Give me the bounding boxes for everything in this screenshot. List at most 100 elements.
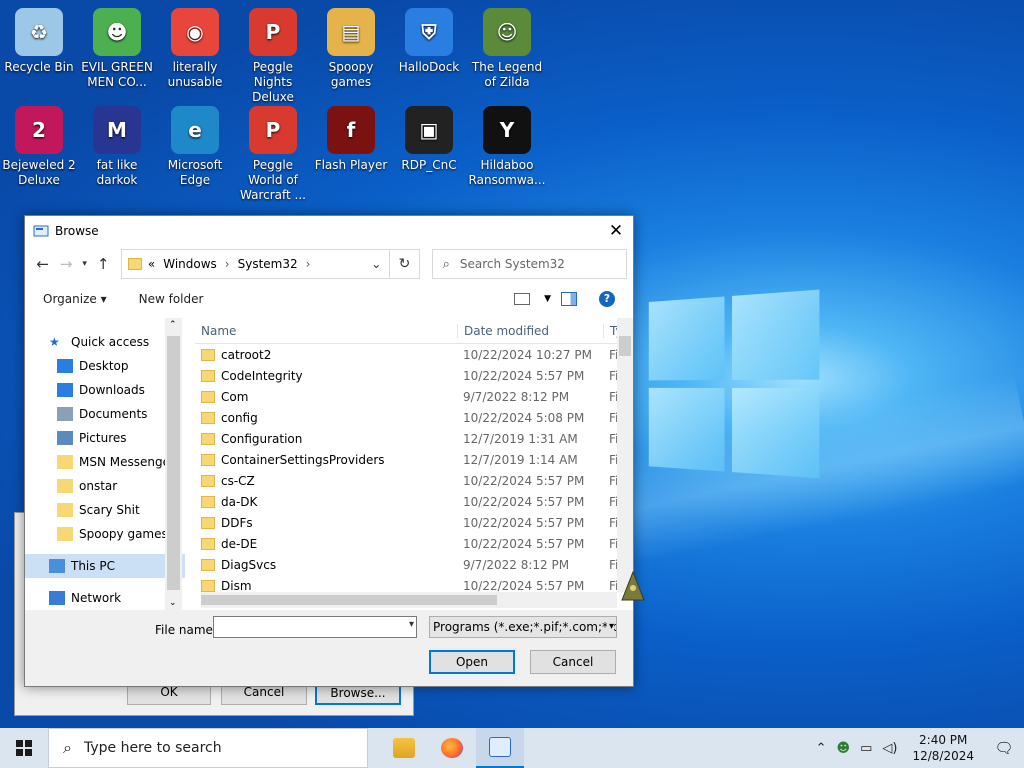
organize-menu[interactable]: Organize ▾ [43,292,107,306]
preview-pane-icon[interactable] [561,292,577,306]
picture-icon [57,431,73,445]
nav-item-network[interactable]: Network [25,586,185,610]
help-icon[interactable]: ? [599,291,615,307]
volume-icon[interactable]: ◁) [882,741,897,756]
nav-item-label: Scary Shit [79,503,140,517]
desktop-icon-label: Peggle Nights Deluxe [252,60,294,104]
refresh-icon[interactable]: ↻ [390,249,420,279]
table-row[interactable]: Configuration 12/7/2019 1:31 AM Fi [195,428,633,449]
address-overflow[interactable]: « [148,257,155,271]
search-box[interactable]: ⌕ Search System32 [431,249,627,279]
desktop-icon-8[interactable]: Mfat like darkok [78,106,156,188]
desktop-icon-2[interactable]: ◉ literally unusable [156,8,234,90]
user-status-icon[interactable]: ☻ [837,741,851,756]
address-bar[interactable]: « Windows › System32 › ⌄ [120,249,391,279]
file-explorer-taskbar-button[interactable] [380,728,428,768]
folder-icon [127,258,142,270]
show-hidden-icons-chevron-icon[interactable]: ⌃ [816,741,827,756]
file-name-cell: de-DE [195,537,457,551]
file-name-input[interactable]: ▾ [213,616,417,638]
column-name-header[interactable]: Name [195,324,457,338]
nav-scroll-up-icon[interactable]: ⌃ [169,320,177,330]
table-row[interactable]: DiagSvcs 9/7/2022 8:12 PM Fi [195,554,633,575]
browse-dialog-taskbar-button[interactable] [476,728,524,768]
breadcrumb-trail-icon[interactable]: › [306,257,311,271]
nav-scroll-down-icon[interactable]: ⌄ [169,598,177,608]
folder-icon [201,537,215,550]
desktop-icon-12[interactable]: ▣ RDP_CnC [390,106,468,173]
nav-item-quick-access[interactable]: ★ Quick access [25,330,185,354]
desktop-icon-11[interactable]: f Flash Player [312,106,390,173]
new-folder-button[interactable]: New folder [139,292,204,306]
table-row[interactable]: ContainerSettingsProviders 12/7/2019 1:14… [195,449,633,470]
table-row[interactable]: config 10/22/2024 5:08 PM Fi [195,407,633,428]
nav-item-label: Quick access [71,335,150,349]
taskbar-search[interactable]: ⌕ Type here to search [48,728,368,768]
desktop-icon-4[interactable]: ▤ Spoopy games [312,8,390,90]
table-row[interactable]: CodeIntegrity 10/22/2024 5:57 PM Fi [195,365,633,386]
desktop-icon-5[interactable]: ⛨ HalloDock [390,8,468,75]
list-vertical-scrollbar[interactable] [617,318,633,592]
breadcrumb-separator-icon[interactable]: › [225,257,230,271]
file-name-text: CodeIntegrity [221,368,303,383]
nav-item-desktop[interactable]: Desktop📌 [25,354,185,378]
desktop-icon-7[interactable]: 2 Bejeweled 2 Deluxe [0,106,78,188]
desktop-icon-label: HalloDock [398,60,460,74]
notification-icon[interactable]: 🗨 [984,739,1024,757]
table-row[interactable]: DDFs 10/22/2024 5:57 PM Fi [195,512,633,533]
desktop-icon-label: Recycle Bin [4,60,74,74]
breadcrumb-system32[interactable]: System32 [238,257,298,271]
file-name-text: Configuration [221,431,303,446]
back-arrow-icon[interactable]: ← [31,252,54,276]
view-dropdown-icon[interactable]: ▼ [544,294,551,304]
nav-item-spoopy-games[interactable]: Spoopy games [25,522,185,546]
desktop-icon-3[interactable]: P Peggle Nights Deluxe [234,8,312,105]
breadcrumb-windows[interactable]: Windows [163,257,217,271]
desktop-icon-13[interactable]: Y Hildaboo Ransomwa... [468,106,546,188]
recent-locations-chevron-icon[interactable]: ▾ [78,252,92,276]
table-row[interactable]: cs-CZ 10/22/2024 5:57 PM Fi [195,470,633,491]
nav-item-documents[interactable]: Documents📌 [25,402,185,426]
close-button[interactable]: ✕ [599,216,633,246]
up-arrow-icon[interactable]: ↑ [91,252,114,276]
nav-item-scary-shit[interactable]: Scary Shit [25,498,185,522]
search-placeholder: Search System32 [459,257,565,271]
cancel-button[interactable]: Cancel [530,650,616,674]
table-row[interactable]: de-DE 10/22/2024 5:57 PM Fi [195,533,633,554]
file-type-select[interactable]: Programs (*.exe;*.pif;*.com;*.bat;*.cmd)… [429,616,617,638]
address-dropdown-icon[interactable]: ⌄ [363,257,389,271]
clock[interactable]: 2:40 PM 12/8/2024 [912,732,974,764]
file-name-text: de-DE [221,536,258,551]
file-date-cell: 10/22/2024 5:57 PM [463,368,585,383]
nav-item-onstar[interactable]: onstar [25,474,185,498]
column-date-header[interactable]: Date modified [457,323,603,338]
taskbar-search-placeholder: Type here to search [83,740,222,756]
desktop-icon-0[interactable]: ♻ Recycle Bin [0,8,78,75]
file-name-text: Com [221,389,249,404]
table-row[interactable]: catroot2 10/22/2024 10:27 PM Fi [195,344,633,365]
table-row[interactable]: Com 9/7/2022 8:12 PM Fi [195,386,633,407]
file-name-dropdown-icon[interactable]: ▾ [409,619,414,630]
list-horizontal-scrollbar[interactable] [201,592,617,608]
file-name-cell: ContainerSettingsProviders [195,453,457,467]
nav-item-pictures[interactable]: Pictures📌 [25,426,185,450]
firefox-taskbar-button[interactable] [428,728,476,768]
open-button[interactable]: Open [429,650,515,674]
forward-arrow-icon[interactable]: → [54,252,77,276]
desktop-icon-1[interactable]: ☻ EVIL GREEN MEN CO... [78,8,156,90]
desktop-icon-9[interactable]: e Microsoft Edge [156,106,234,188]
start-button[interactable] [0,728,48,768]
dialog-titlebar[interactable]: Browse ✕ [25,216,633,246]
folder-icon [201,369,215,382]
desktop: ♻ Recycle Bin ☻ EVIL GREEN MEN CO... ◉ litera… [0,0,1024,728]
desktop-icon-10[interactable]: P Peggle World of Warcraft ... [234,106,312,203]
view-options-icon[interactable] [514,293,531,305]
dialog-title: Browse [55,224,99,238]
nav-item-downloads[interactable]: Downloads📌 [25,378,185,402]
nav-item-this-pc[interactable]: This PC [25,554,185,578]
table-row[interactable]: da-DK 10/22/2024 5:57 PM Fi [195,491,633,512]
network-icon[interactable]: ▭ [860,741,872,756]
nav-item-msn-messenger[interactable]: MSN Messenger [25,450,185,474]
desktop-icon-6[interactable]: ☺ The Legend of Zilda [468,8,546,90]
nav-scrollbar[interactable]: ⌃ ⌄ [165,318,182,610]
